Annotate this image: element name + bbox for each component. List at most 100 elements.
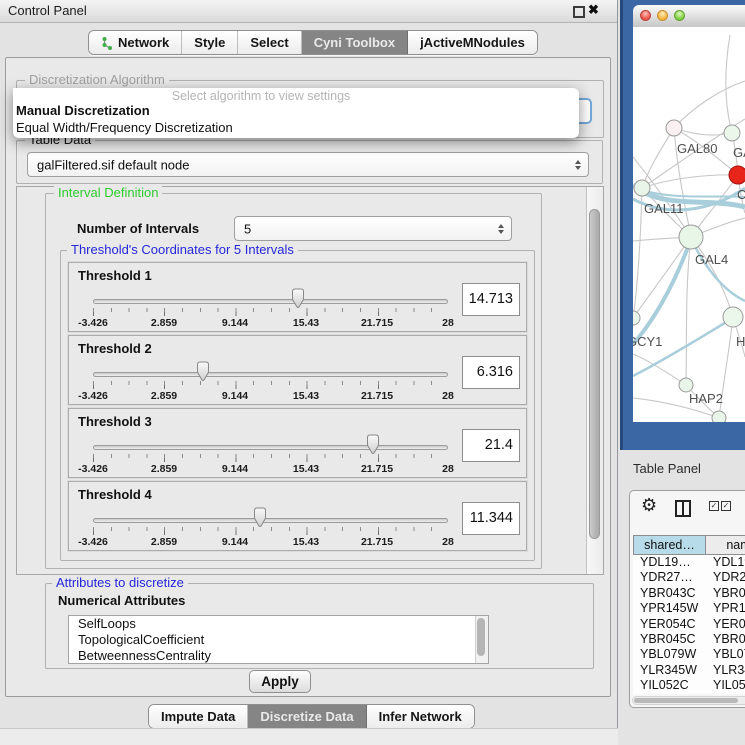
slider-thumb[interactable] bbox=[365, 434, 381, 455]
tab-jactivemnodules[interactable]: jActiveMNodules bbox=[408, 31, 537, 54]
table-row[interactable]: YPR145WYPR145W bbox=[633, 601, 745, 616]
network-edge[interactable] bbox=[686, 237, 691, 385]
tab-impute-data[interactable]: Impute Data bbox=[149, 705, 248, 728]
slider-track[interactable] bbox=[93, 518, 448, 523]
network-edge[interactable] bbox=[726, 35, 732, 133]
attribute-list-item[interactable]: SelfLoops bbox=[69, 616, 488, 632]
column-header-shared-name[interactable]: shared… bbox=[633, 535, 706, 555]
slider-track[interactable] bbox=[93, 445, 448, 450]
table-cell[interactable]: YPR145W bbox=[633, 601, 706, 616]
dropdown-placeholder-item[interactable]: Select algorithm to view settings bbox=[13, 89, 579, 104]
table-cell[interactable]: YDL19… bbox=[706, 555, 745, 570]
slider-thumb[interactable] bbox=[290, 288, 306, 309]
mac-close-button[interactable] bbox=[640, 10, 651, 21]
network-edge[interactable] bbox=[633, 188, 642, 318]
network-node[interactable] bbox=[729, 166, 745, 184]
scrollbar-thumb[interactable] bbox=[477, 618, 485, 656]
tab-label: Cyni Toolbox bbox=[314, 35, 395, 50]
network-node[interactable] bbox=[712, 411, 726, 422]
slider-thumb[interactable] bbox=[195, 361, 211, 382]
select-columns-icons[interactable]: ✓ ✓ bbox=[709, 501, 731, 511]
mac-zoom-button[interactable] bbox=[674, 10, 685, 21]
network-edge[interactable] bbox=[674, 128, 732, 135]
table-cell[interactable]: YDL19… bbox=[633, 555, 706, 570]
tab-discretize-data[interactable]: Discretize Data bbox=[248, 705, 366, 728]
vertical-scrollbar[interactable] bbox=[586, 187, 603, 574]
table-cell[interactable]: YIL052C bbox=[706, 678, 745, 693]
slider-thumb[interactable] bbox=[252, 507, 268, 528]
tab-style[interactable]: Style bbox=[182, 31, 238, 54]
table-cell[interactable]: YBL079W bbox=[706, 647, 745, 662]
attribute-list-item[interactable]: BetweennessCentrality bbox=[69, 648, 488, 664]
close-icon[interactable]: ✖ bbox=[588, 2, 599, 18]
slider-track[interactable] bbox=[93, 299, 448, 304]
table-cell[interactable]: YBL079W bbox=[633, 647, 706, 662]
network-node[interactable] bbox=[724, 125, 740, 141]
network-node[interactable] bbox=[634, 180, 650, 196]
network-window: GAL80GACGAL11GAL4GCY1HHAP2 bbox=[620, 0, 745, 450]
network-edge[interactable] bbox=[633, 354, 686, 385]
network-edge[interactable] bbox=[674, 81, 745, 128]
table-row[interactable]: YER054CYER054C bbox=[633, 617, 745, 632]
float-window-icon[interactable] bbox=[573, 6, 585, 18]
table-row[interactable]: YIL052CYIL052C bbox=[633, 678, 745, 693]
network-edge[interactable] bbox=[642, 128, 674, 188]
table-cell[interactable]: YIL052C bbox=[633, 678, 706, 693]
number-of-intervals-combobox[interactable]: 5 bbox=[234, 216, 512, 241]
table-cell[interactable]: YBR043C bbox=[706, 586, 745, 601]
numerical-attributes-list[interactable]: SelfLoopsTopologicalCoefficientBetweenne… bbox=[68, 615, 489, 664]
threshold-value-box[interactable]: 6.316 bbox=[462, 356, 520, 389]
threshold-slider[interactable]: -3.4262.8599.14415.4321.71528 bbox=[93, 482, 448, 552]
threshold-value-box[interactable]: 14.713 bbox=[462, 283, 520, 316]
threshold-slider[interactable]: -3.4262.8599.14415.4321.71528 bbox=[93, 263, 448, 333]
mac-minimize-button[interactable] bbox=[657, 10, 668, 21]
scrollbar-thumb[interactable] bbox=[634, 698, 738, 703]
top-tab-bar: Network Style Select Cyni Toolbox jActiv… bbox=[88, 30, 538, 55]
list-vertical-scrollbar[interactable] bbox=[475, 616, 488, 663]
attribute-list-item[interactable]: TopologicalCoefficient bbox=[69, 632, 488, 648]
settings-gear-icon[interactable]: ⚙ bbox=[641, 496, 657, 514]
dropdown-item-equal-width-frequency[interactable]: Equal Width/Frequency Discretization bbox=[16, 120, 233, 136]
table-cell[interactable]: YBR045C bbox=[633, 632, 706, 647]
network-node[interactable] bbox=[679, 225, 703, 249]
table-data-combobox[interactable]: galFiltered.sif default node bbox=[27, 152, 589, 177]
table-row[interactable]: YBR043CYBR043C bbox=[633, 586, 745, 601]
apply-button[interactable]: Apply bbox=[249, 670, 311, 693]
table-cell[interactable]: YBR045C bbox=[706, 632, 745, 647]
table-cell[interactable]: YER054C bbox=[706, 617, 745, 632]
table-row[interactable]: YDL19…YDL19… bbox=[633, 555, 745, 570]
table-cell[interactable]: YER054C bbox=[633, 617, 706, 632]
interval-definition-group: Interval Definition Number of Intervals … bbox=[45, 193, 542, 569]
dropdown-item-manual-discretization[interactable]: Manual Discretization bbox=[16, 103, 150, 119]
tab-network[interactable]: Network bbox=[89, 31, 182, 54]
column-header-name[interactable]: name bbox=[706, 535, 745, 555]
tab-select[interactable]: Select bbox=[238, 31, 301, 54]
network-node[interactable] bbox=[679, 378, 693, 392]
slider-track[interactable] bbox=[93, 372, 448, 377]
threshold-value-box[interactable]: 11.344 bbox=[462, 502, 520, 535]
threshold-value-box[interactable]: 21.4 bbox=[462, 429, 520, 462]
network-edge[interactable] bbox=[642, 175, 738, 188]
tab-infer-network[interactable]: Infer Network bbox=[367, 705, 474, 728]
network-edge-thick[interactable] bbox=[633, 239, 691, 344]
table-row[interactable]: YLR345WYLR345W bbox=[633, 663, 745, 678]
table-cell[interactable]: YBR043C bbox=[633, 586, 706, 601]
scrollbar-thumb[interactable] bbox=[589, 209, 600, 539]
table-cell[interactable]: YLR345W bbox=[633, 663, 706, 678]
horizontal-scrollbar[interactable] bbox=[632, 696, 745, 705]
network-node[interactable] bbox=[633, 311, 640, 325]
table-cell[interactable]: YPR145W bbox=[706, 601, 745, 616]
table-row[interactable]: YBL079WYBL079W bbox=[633, 647, 745, 662]
split-columns-icon[interactable] bbox=[675, 500, 691, 517]
tab-cyni-toolbox[interactable]: Cyni Toolbox bbox=[302, 31, 408, 54]
table-cell[interactable]: YDR27… bbox=[706, 570, 745, 585]
network-node[interactable] bbox=[666, 120, 682, 136]
table-cell[interactable]: YLR345W bbox=[706, 663, 745, 678]
network-node[interactable] bbox=[723, 307, 743, 327]
table-cell[interactable]: YDR27… bbox=[633, 570, 706, 585]
table-row[interactable]: YDR27…YDR27… bbox=[633, 570, 745, 585]
table-row[interactable]: YBR045CYBR045C bbox=[633, 632, 745, 647]
network-view-canvas[interactable]: GAL80GACGAL11GAL4GCY1HHAP2 bbox=[633, 27, 745, 422]
threshold-slider[interactable]: -3.4262.8599.14415.4321.71528 bbox=[93, 409, 448, 479]
threshold-slider[interactable]: -3.4262.8599.14415.4321.71528 bbox=[93, 336, 448, 406]
